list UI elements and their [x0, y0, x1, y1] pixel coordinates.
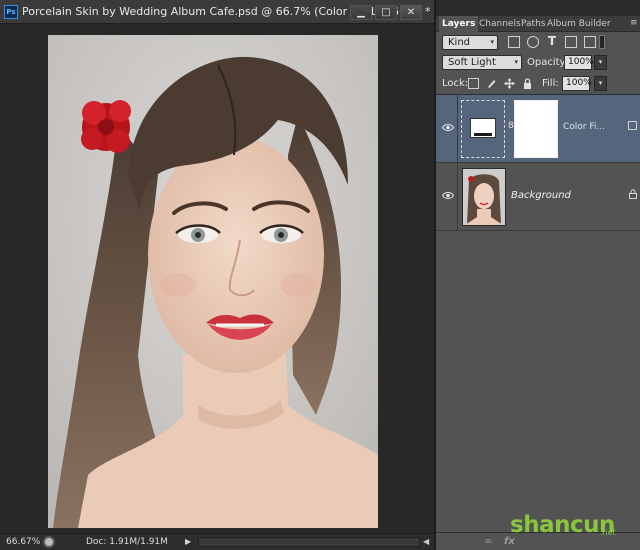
horizontal-scrollbar[interactable] — [198, 537, 420, 547]
smart-object-filter-icon[interactable] — [584, 36, 596, 48]
color-fill-thumbnail[interactable] — [461, 100, 505, 158]
layers-panel: Layers Channels Paths Album Builder ≡ Ki… — [434, 0, 640, 550]
watermark-domain: .net — [600, 528, 616, 537]
portrait-photo — [48, 35, 378, 528]
pixel-filter-icon[interactable] — [508, 36, 520, 48]
filter-kind-value: Kind — [448, 37, 471, 48]
smart-filter-badge-icon — [628, 121, 637, 130]
lock-all-icon[interactable] — [522, 78, 533, 89]
visibility-column[interactable] — [436, 95, 458, 163]
fill-dropdown-icon[interactable]: ▾ — [594, 76, 607, 91]
visibility-column[interactable] — [436, 163, 458, 231]
adjustment-layer-icon — [470, 118, 496, 138]
watermark: shancun .net — [510, 512, 616, 538]
photoshop-logo-icon: Ps — [4, 5, 18, 19]
tab-layers[interactable]: Layers — [439, 16, 479, 32]
lock-icon — [629, 189, 637, 199]
layer-background[interactable]: Background — [436, 163, 640, 231]
tab-album-builder[interactable]: Album Builder — [544, 16, 614, 32]
zoom-level[interactable]: 66.67% — [6, 537, 40, 547]
tab-channels[interactable]: Channels — [476, 16, 524, 32]
layer-name[interactable]: Color Fi... — [563, 122, 605, 132]
type-filter-icon[interactable]: T — [546, 35, 558, 48]
panel-dock-strip — [436, 0, 640, 16]
document-title-bar[interactable]: Ps Porcelain Skin by Wedding Album Cafe.… — [0, 0, 434, 24]
layer-color-fill[interactable]: 8 Color Fi... — [436, 95, 640, 163]
panel-menu-icon[interactable]: ≡ — [630, 18, 638, 28]
lock-position-icon[interactable] — [504, 78, 515, 89]
layers-list: 8 Color Fi... Background — [436, 94, 640, 532]
opacity-label: Opacity: — [527, 57, 569, 68]
eye-icon[interactable] — [442, 123, 454, 132]
lock-label: Lock: — [442, 78, 469, 89]
status-info-icon[interactable] — [43, 536, 55, 548]
portrait-thumbnail — [463, 169, 505, 225]
layer-mask-thumbnail[interactable] — [514, 100, 558, 158]
scroll-left-arrow-icon[interactable]: ◀ — [423, 537, 429, 546]
fill-label: Fill: — [542, 78, 559, 89]
panel-tabs: Layers Channels Paths Album Builder ≡ — [436, 16, 640, 32]
layer-name[interactable]: Background — [511, 190, 571, 201]
link-chain-icon[interactable]: 8 — [508, 121, 514, 131]
filter-toggle-switch[interactable] — [599, 35, 605, 49]
opacity-dropdown-icon[interactable]: ▾ — [594, 55, 607, 70]
canvas-photo[interactable] — [48, 35, 378, 528]
filter-kind-select[interactable]: Kind ▾ — [442, 35, 498, 50]
canvas-area[interactable] — [0, 25, 434, 533]
fill-input[interactable]: 100% — [562, 76, 592, 91]
shape-filter-icon[interactable] — [565, 36, 577, 48]
lock-image-pixels-icon[interactable] — [486, 78, 497, 89]
doc-size-readout: Doc: 1.91M/1.91M — [86, 537, 168, 547]
background-thumbnail[interactable] — [462, 168, 506, 226]
link-layers-icon[interactable]: ∞ — [484, 536, 492, 547]
chevron-down-icon: ▾ — [490, 38, 494, 46]
status-menu-arrow-icon[interactable]: ▶ — [185, 537, 191, 546]
close-button[interactable]: ✕ — [400, 5, 422, 20]
maximize-button[interactable]: □ — [375, 5, 397, 20]
lock-transparent-pixels-icon[interactable] — [468, 78, 479, 89]
opacity-input[interactable]: 100% — [564, 55, 594, 70]
blend-mode-select[interactable]: Soft Light ▾ — [442, 55, 522, 70]
document-window: Ps Porcelain Skin by Wedding Album Cafe.… — [0, 0, 434, 550]
eye-icon[interactable] — [442, 191, 454, 200]
chevron-down-icon: ▾ — [514, 58, 518, 66]
blend-mode-value: Soft Light — [448, 57, 496, 68]
minimize-button[interactable]: ▁ — [350, 5, 372, 20]
status-bar: 66.67% Doc: 1.91M/1.91M ▶ ◀ — [0, 533, 434, 550]
adjustment-filter-icon[interactable] — [527, 36, 539, 48]
red-flower-shape — [81, 100, 131, 153]
